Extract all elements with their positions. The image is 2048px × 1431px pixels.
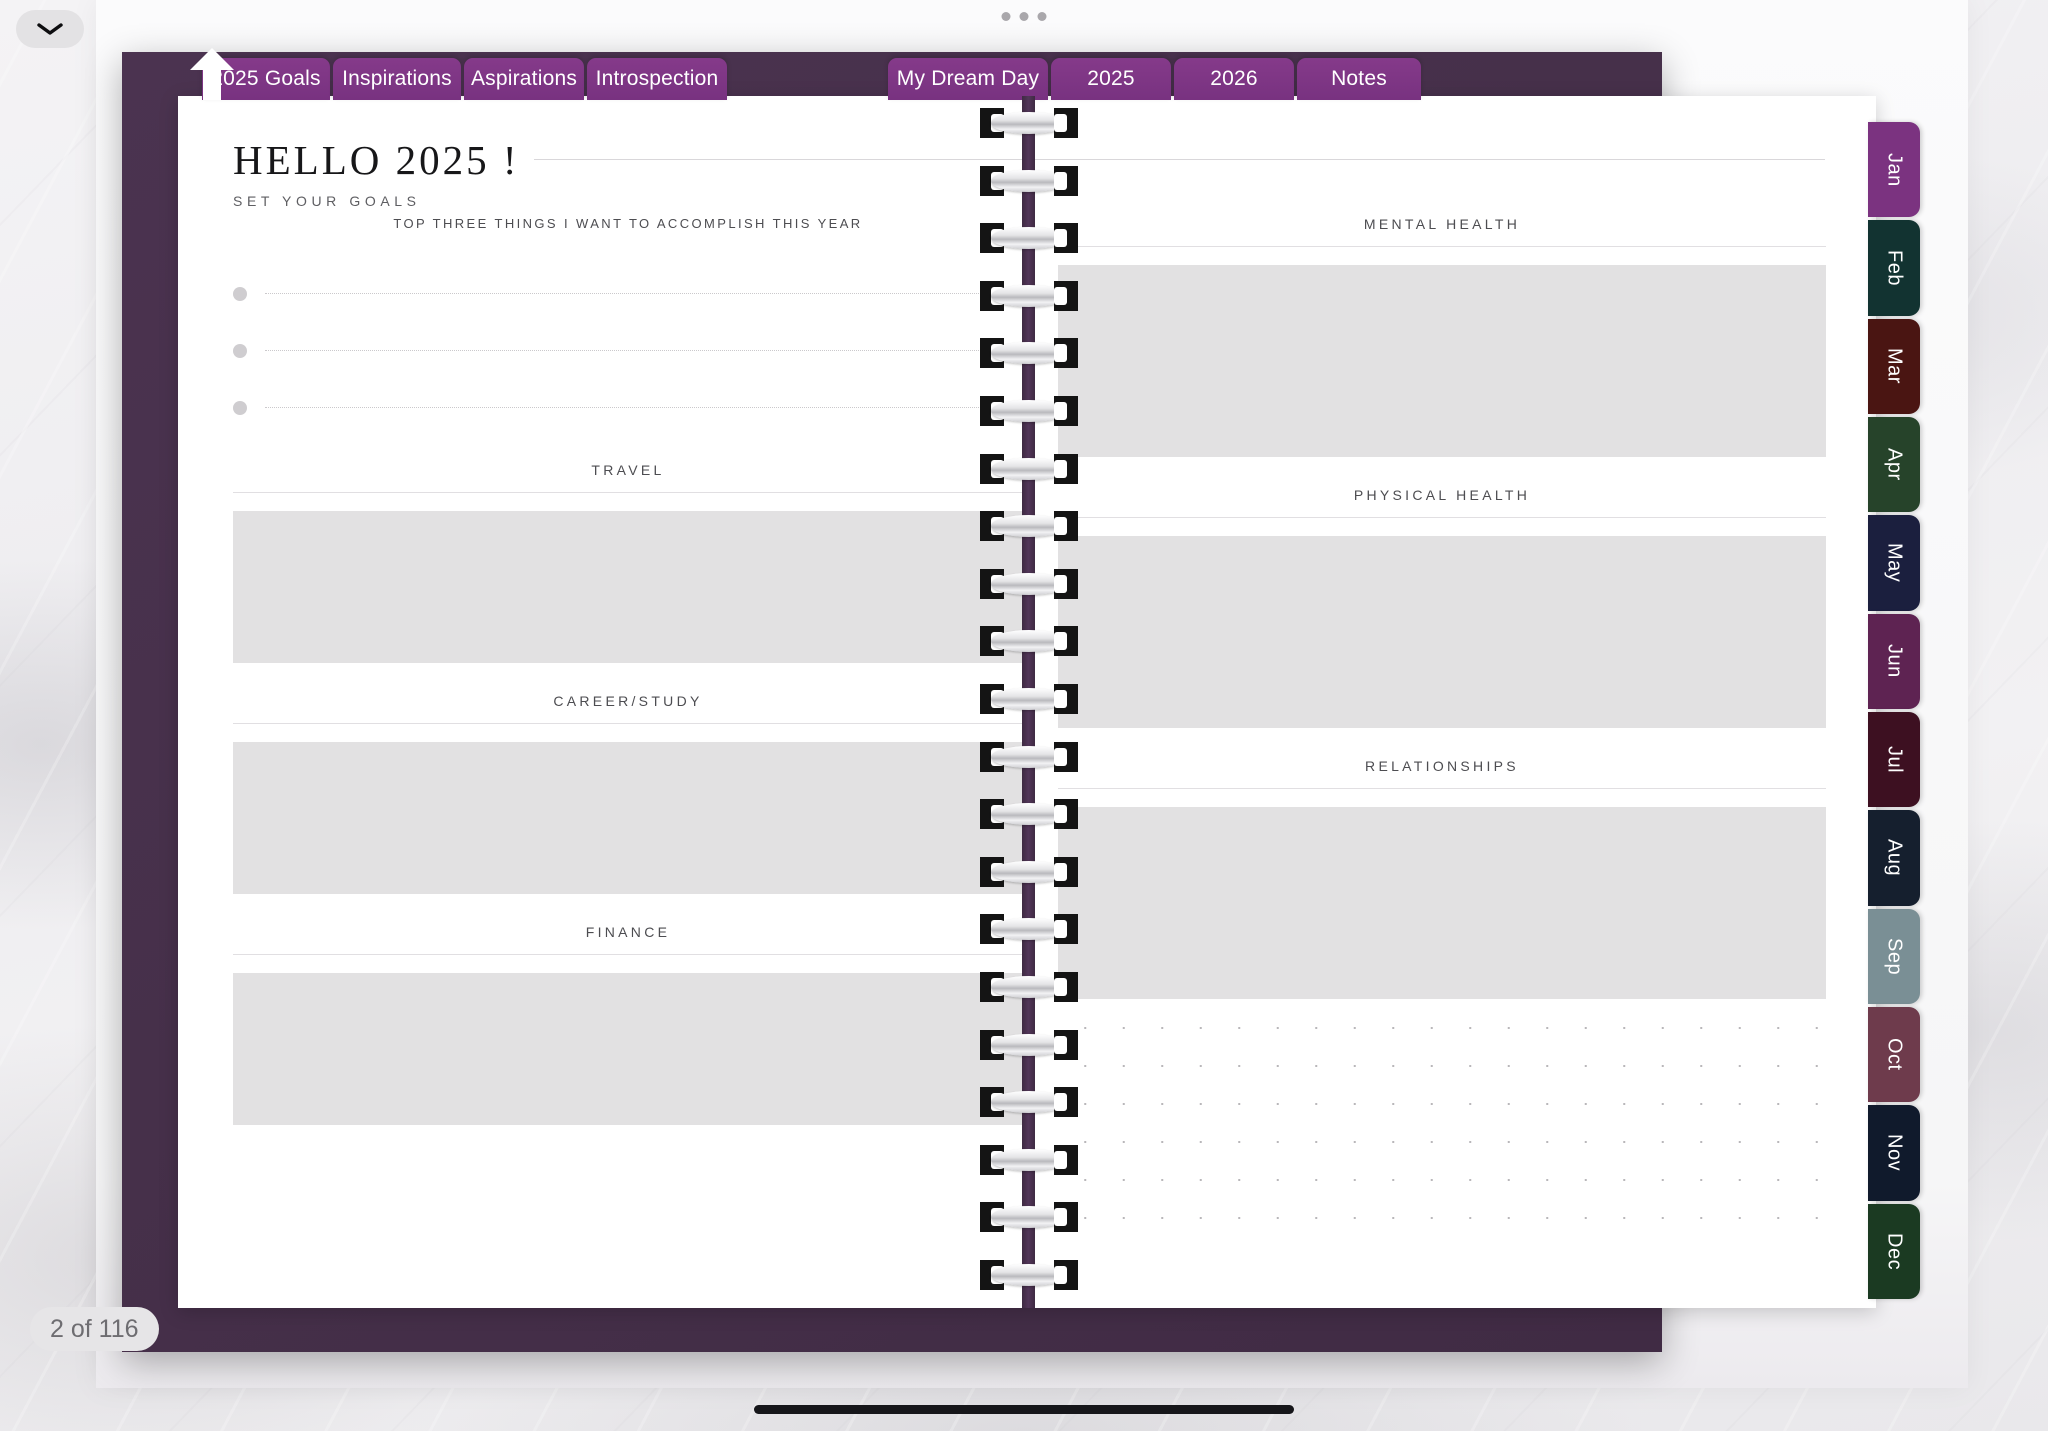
section-label: MENTAL HEALTH xyxy=(1058,216,1826,247)
up-arrow-bookmark-icon[interactable] xyxy=(190,48,234,100)
handle-dot xyxy=(1037,12,1047,21)
month-tab-oct[interactable]: Oct xyxy=(1868,1006,1920,1103)
top-tab-introspection[interactable]: Introspection xyxy=(587,58,727,100)
goal-section: TRAVEL xyxy=(233,462,1023,663)
month-tab-label: Oct xyxy=(1883,1038,1906,1071)
top-tab-my-dream-day[interactable]: My Dream Day xyxy=(888,58,1048,100)
top-tab-notes[interactable]: Notes xyxy=(1297,58,1421,100)
top-tab-label: Notes xyxy=(1331,67,1387,90)
section-label: RELATIONSHIPS xyxy=(1058,758,1826,789)
section-write-box[interactable] xyxy=(233,973,1023,1125)
month-tab-dec[interactable]: Dec xyxy=(1868,1203,1920,1299)
top-three-heading: TOP THREE THINGS I WANT TO ACCOMPLISH TH… xyxy=(393,216,863,231)
section-write-box[interactable] xyxy=(1058,265,1826,457)
month-tab-label: Dec xyxy=(1883,1232,1906,1270)
section-label: FINANCE xyxy=(233,924,1023,955)
month-tab-label: Nov xyxy=(1883,1134,1906,1172)
page-subtitle: SET YOUR GOALS xyxy=(233,193,421,209)
goal-write-line[interactable] xyxy=(265,350,1023,351)
month-tab-label: Feb xyxy=(1883,250,1906,286)
section-write-box[interactable] xyxy=(233,742,1023,894)
month-tab-feb[interactable]: Feb xyxy=(1868,220,1920,316)
section-write-box[interactable] xyxy=(1058,536,1826,728)
left-section-list: TRAVEL CAREER/STUDY FINANCE xyxy=(233,462,1023,1125)
goal-section: RELATIONSHIPS xyxy=(1058,758,1826,999)
bullet-icon xyxy=(233,400,247,415)
month-tab-label: Jun xyxy=(1883,644,1906,679)
month-tab-label: Mar xyxy=(1883,348,1906,385)
top-tab-inspirations[interactable]: Inspirations xyxy=(333,58,461,100)
right-section-list: MENTAL HEALTH PHYSICAL HEALTH RELATIONSHIP… xyxy=(1058,216,1826,999)
handle-dot xyxy=(1019,12,1029,21)
top-tab-label: Introspection xyxy=(595,67,719,90)
month-tab-strip: Jan Feb Mar Apr May Jun Jul Aug Sep Oct Nov Dec xyxy=(1868,122,1920,1302)
handle-dot xyxy=(1001,12,1011,21)
planner-app: 2025 Goals Inspirations Aspirations Introsp… xyxy=(0,0,2048,1431)
bullet-icon xyxy=(233,343,247,358)
goal-section: MENTAL HEALTH xyxy=(1058,216,1826,457)
window-drag-handle[interactable] xyxy=(1001,12,1047,21)
page-title: HELLO 2025 ! xyxy=(233,137,520,183)
header-divider xyxy=(533,159,1825,160)
section-label: PHYSICAL HEALTH xyxy=(1058,487,1826,518)
top-tab-label: Inspirations xyxy=(342,67,452,90)
goal-section: FINANCE xyxy=(233,924,1023,1125)
month-tab-sep[interactable]: Sep xyxy=(1868,908,1920,1004)
bullet-icon xyxy=(233,286,247,301)
binding-spine xyxy=(1022,96,1035,1308)
month-tab-may[interactable]: May xyxy=(1868,515,1920,611)
goal-write-line[interactable] xyxy=(265,407,1023,408)
month-tab-label: Aug xyxy=(1883,839,1906,877)
month-tab-label: Jan xyxy=(1883,152,1906,187)
section-write-box[interactable] xyxy=(233,511,1023,663)
month-tab-label: May xyxy=(1883,543,1906,583)
month-tab-label: Sep xyxy=(1883,937,1906,975)
month-tab-mar[interactable]: Mar xyxy=(1868,318,1920,414)
right-column: MENTAL HEALTH PHYSICAL HEALTH RELATIONSHIP… xyxy=(1058,216,1826,1247)
month-tab-aug[interactable]: Aug xyxy=(1868,810,1920,906)
goal-line[interactable] xyxy=(233,265,1023,322)
top-tab-label: Aspirations xyxy=(470,67,578,90)
chevron-down-icon xyxy=(35,20,65,38)
month-tab-jan[interactable]: Jan xyxy=(1868,122,1920,218)
goal-line[interactable] xyxy=(233,322,1023,379)
goal-section: CAREER/STUDY xyxy=(233,693,1023,894)
top-tab-2025[interactable]: 2025 xyxy=(1051,58,1171,100)
top-tab-label: My Dream Day xyxy=(896,67,1040,90)
section-label: CAREER/STUDY xyxy=(233,693,1023,724)
top-tab-label: 2026 xyxy=(1210,67,1258,90)
month-tab-jun[interactable]: Jun xyxy=(1868,613,1920,709)
home-indicator-bar[interactable] xyxy=(754,1405,1294,1414)
title-block: HELLO 2025 ! SET YOUR GOALS xyxy=(233,136,520,209)
top-tab-aspirations[interactable]: Aspirations xyxy=(464,58,584,100)
top-tab-2026[interactable]: 2026 xyxy=(1174,58,1294,100)
month-tab-apr[interactable]: Apr xyxy=(1868,416,1920,513)
section-write-box[interactable] xyxy=(1058,807,1826,999)
goal-line-list xyxy=(233,265,1023,436)
dot-grid-notes-area[interactable] xyxy=(1058,999,1826,1247)
section-label: TRAVEL xyxy=(233,462,1023,493)
goal-write-line[interactable] xyxy=(265,293,1023,294)
month-tab-jul[interactable]: Jul xyxy=(1868,711,1920,808)
month-tab-nov[interactable]: Nov xyxy=(1868,1105,1920,1201)
goal-line[interactable] xyxy=(233,379,1023,436)
left-column: TOP THREE THINGS I WANT TO ACCOMPLISH TH… xyxy=(233,216,1023,1125)
collapse-toolbar-button[interactable] xyxy=(16,10,84,48)
month-tab-label: Apr xyxy=(1883,448,1906,481)
month-tab-label: Jul xyxy=(1883,746,1906,774)
goal-section: PHYSICAL HEALTH xyxy=(1058,487,1826,728)
top-tab-bar: 2025 Goals Inspirations Aspirations Introsp… xyxy=(122,55,1982,100)
top-tab-label: 2025 xyxy=(1087,67,1135,90)
page-indicator: 2 of 116 xyxy=(30,1307,159,1351)
